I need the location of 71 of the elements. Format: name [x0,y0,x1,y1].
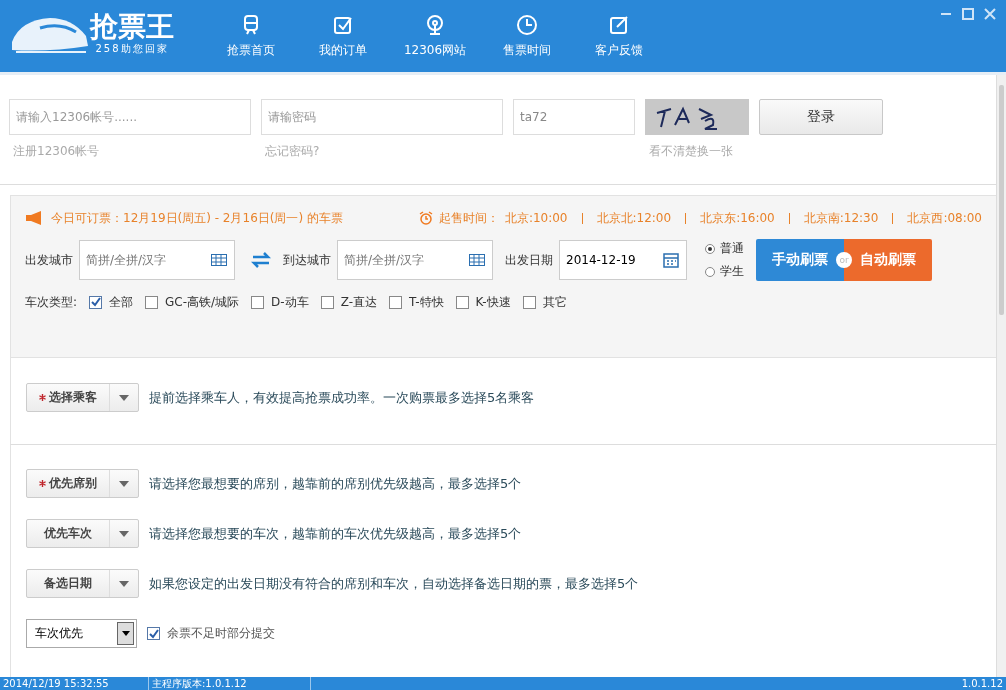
status-bar-text: 1.0.1.12 [960,677,1004,690]
status-bar-text: 2014/12/19 15:32:55 [0,677,149,690]
train-type-label: 车次类型: [25,293,78,311]
nav-tab[interactable]: 抢票首页 [205,14,297,59]
sale-time-text: 北京东:16:00 [700,209,775,227]
passenger-dropdown-label: 选择乘客 [49,389,97,406]
train-type-checkbox[interactable]: Z-直达 [320,293,378,311]
train-type-checkbox[interactable]: 全部 [89,293,134,311]
caret-icon [119,530,129,537]
nav-tab[interactable]: 客户反馈 [573,14,665,59]
sale-time-text: 北京南:12:30 [803,209,879,227]
captcha-image[interactable] [645,99,749,135]
railway-logo-icon [424,14,446,36]
passenger-dropdown[interactable]: 选择乘客 [26,383,139,412]
nav-tab[interactable]: 我的订单 [297,14,389,59]
departure-date-label: 出发日期 [505,251,553,269]
sale-time-text: 北京西:08:00 [907,209,982,227]
strategy-select[interactable]: 车次优先 [26,619,137,648]
account-input[interactable]: 请输入12306帐号...... [9,99,251,135]
from-city-label: 出发城市 [25,251,73,269]
train-type-checkbox[interactable]: GC-高铁/城际 [145,293,240,311]
clock-icon [516,14,538,36]
grid-icon[interactable] [469,254,485,266]
status-bar-text: 主程序版本:1.0.1.12 [149,677,311,690]
captcha-input[interactable]: ta72 [513,99,635,135]
maximize-icon[interactable] [962,8,974,20]
login-button[interactable]: 登录 [759,99,883,135]
preference-hint-text: 如果您设定的出发日期没有符合的席别和车次，自动选择备选日期的票，最多选择5个 [149,574,639,593]
nav-tab[interactable]: 售票时间 [481,14,573,59]
sale-time-text: 北京:10:00 [504,209,568,227]
caret-icon [119,394,129,401]
train-type-checkbox[interactable]: 其它 [522,293,567,311]
preference-dropdown[interactable]: 备选日期 [26,569,139,598]
train-type-checkbox[interactable]: D-动车 [251,293,309,311]
swap-icon[interactable] [251,251,271,269]
to-city-input[interactable]: 简拼/全拼/汉字 [337,240,493,280]
edit-icon [608,14,630,36]
caret-icon [121,631,130,636]
from-city-input[interactable]: 简拼/全拼/汉字 [79,240,235,280]
sale-time-text: 北京北:12:00 [596,209,672,227]
sale-time-label: 起售时间： [438,209,499,227]
train-type-checkbox[interactable]: K-快速 [455,293,511,311]
close-icon[interactable] [984,8,996,20]
preference-dropdown[interactable]: 优先车次 [26,519,139,548]
preference-dropdown-label: 优先席别 [49,475,97,492]
nav-tab[interactable]: 12306网站 [389,14,481,59]
booking-period-text: 今日可订票：12月19日(周五) - 2月16日(周一) 的车票 [51,209,343,227]
preference-dropdown[interactable]: 优先席别 [26,469,139,498]
caret-icon [119,480,129,487]
scrollbar[interactable] [997,75,1006,677]
passenger-hint-text: 提前选择乘车人，有效提高抢票成功率。一次购票最多选择5名乘客 [149,388,535,407]
grid-icon[interactable] [211,254,227,266]
partial-submit-checkbox[interactable]: 余票不足时部分提交 [147,625,275,642]
checkbox-icon [332,14,354,36]
departure-date-input[interactable]: 2014-12-19 [559,240,687,280]
caret-icon [119,580,129,587]
ticket-type-radio[interactable]: 学生 [705,263,744,280]
train-type-checkbox[interactable]: T-特快 [389,293,444,311]
password-input[interactable]: 请输密码 [261,99,503,135]
preference-dropdown-label: 备选日期 [44,575,92,592]
to-city-label: 到达城市 [283,251,331,269]
alarm-clock-icon [418,211,433,225]
checkmark-icon [148,628,159,639]
preference-hint-text: 请选择您最想要的席别，越靠前的席别优先级越高，最多选择5个 [149,474,522,493]
checkmark-icon [90,297,101,307]
ticket-type-radio[interactable]: 普通 [705,240,744,257]
calendar-icon[interactable] [663,252,679,268]
preference-hint-text: 请选择您最想要的车次，越靠前的车次优先级越高，最多选择5个 [149,524,522,543]
app-logo-subtitle: 258助您回家 [95,42,169,56]
preference-dropdown-label: 优先车次 [44,525,92,542]
app-logo-title: 抢票王 [90,12,174,42]
